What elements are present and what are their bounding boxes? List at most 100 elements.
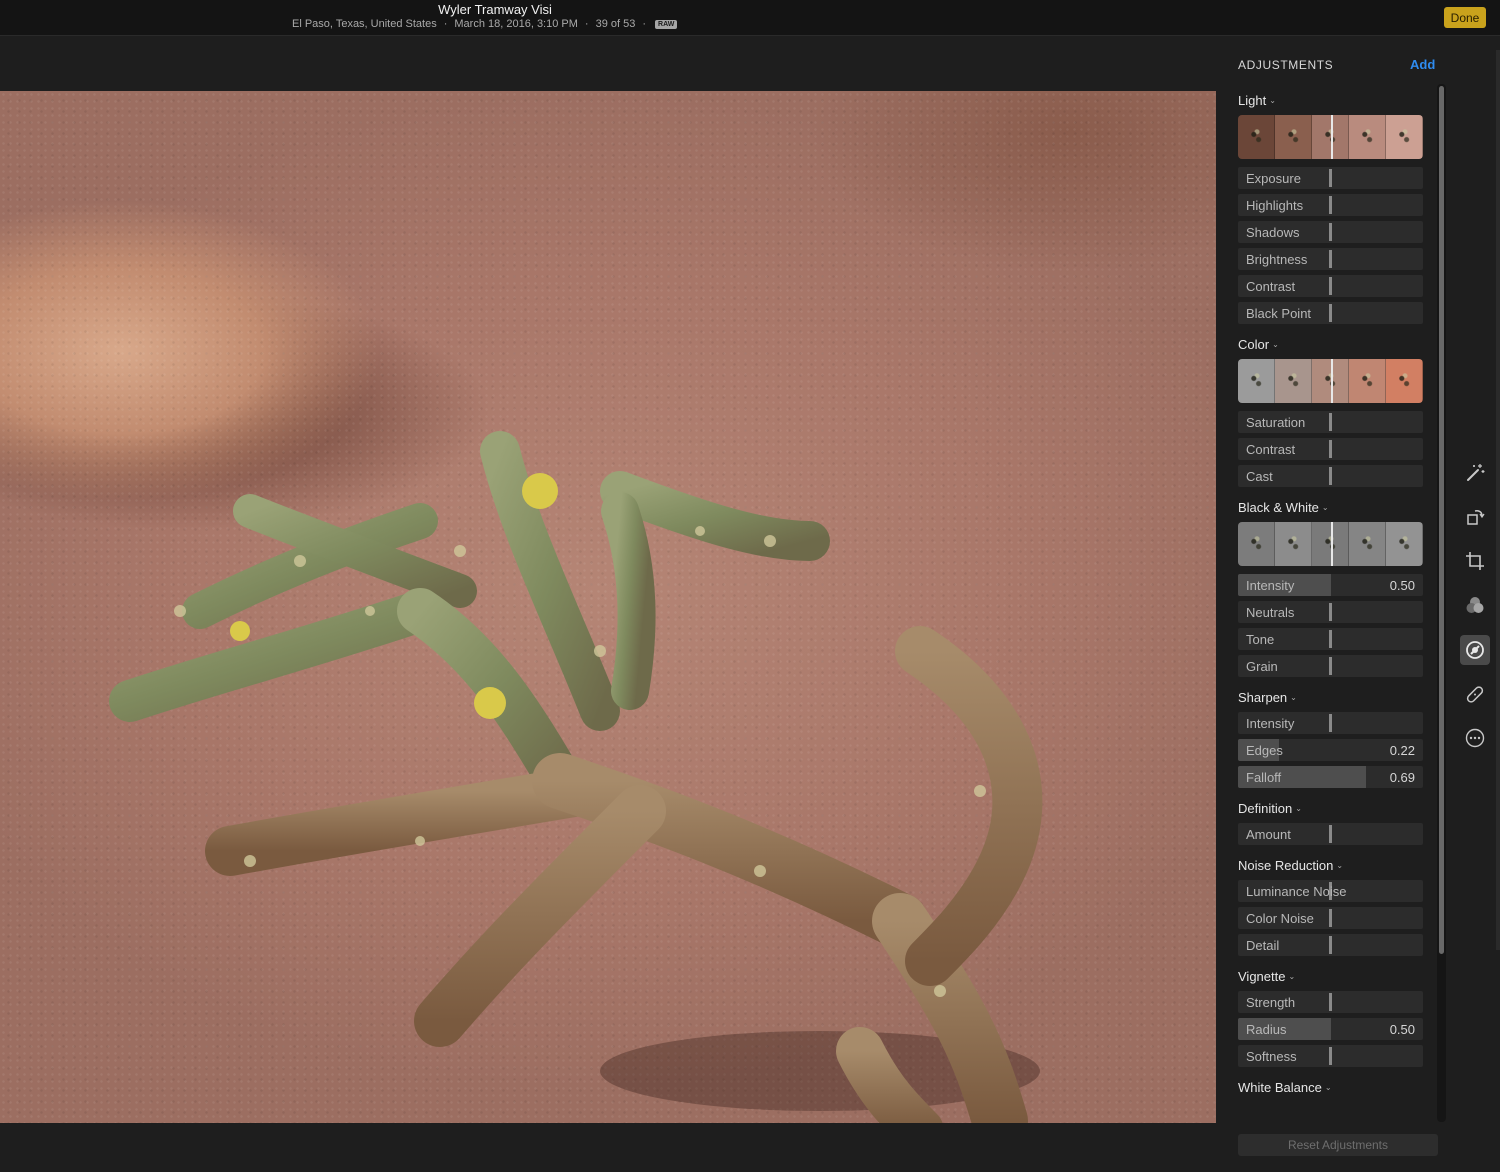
adjustment-slider[interactable]: Intensity xyxy=(1238,712,1423,734)
adjustment-slider[interactable]: Cast xyxy=(1238,465,1423,487)
photo-info: El Paso, Texas, United States · March 18, … xyxy=(292,18,678,30)
adjustment-slider[interactable]: Falloff 0.69 xyxy=(1238,766,1423,788)
section-title[interactable]: Vignette ⌄ xyxy=(1238,965,1423,991)
slider-handle[interactable] xyxy=(1329,714,1332,732)
preset-thumbnail[interactable] xyxy=(1386,522,1423,566)
window-edge xyxy=(1496,50,1500,950)
preset-thumbnail[interactable] xyxy=(1349,115,1386,159)
tool-retouch[interactable] xyxy=(1460,679,1490,709)
adjustment-slider[interactable]: Amount xyxy=(1238,823,1423,845)
section-title[interactable]: White Balance ⌄ xyxy=(1238,1076,1423,1102)
chevron-down-icon: ⌄ xyxy=(1336,861,1344,870)
section-title[interactable]: Noise Reduction ⌄ xyxy=(1238,854,1423,880)
edit-toolbar xyxy=(1452,37,1500,1172)
tool-enhance[interactable] xyxy=(1460,458,1490,488)
adjustment-slider[interactable]: Contrast xyxy=(1238,275,1423,297)
preset-thumbnail[interactable] xyxy=(1275,522,1312,566)
section-title-label: White Balance xyxy=(1238,1080,1322,1095)
slider-handle[interactable] xyxy=(1329,413,1332,431)
separator: · xyxy=(642,18,647,30)
slider-handle[interactable] xyxy=(1329,909,1332,927)
slider-handle[interactable] xyxy=(1329,657,1332,675)
preset-thumbnail-strip[interactable] xyxy=(1238,522,1423,566)
tool-rotate[interactable] xyxy=(1460,502,1490,532)
reset-adjustments-button[interactable]: Reset Adjustments xyxy=(1238,1134,1438,1156)
adjustment-slider[interactable]: Brightness xyxy=(1238,248,1423,270)
adjustment-slider[interactable]: Strength xyxy=(1238,991,1423,1013)
slider-handle[interactable] xyxy=(1329,250,1332,268)
adjustment-slider[interactable]: Highlights xyxy=(1238,194,1423,216)
slider-label: Cast xyxy=(1246,469,1273,484)
adjustment-slider[interactable]: Contrast xyxy=(1238,438,1423,460)
slider-label: Brightness xyxy=(1246,252,1308,267)
slider-label: Tone xyxy=(1246,632,1275,647)
preset-thumbnail[interactable] xyxy=(1238,115,1275,159)
preset-marker[interactable] xyxy=(1331,115,1333,159)
preset-marker[interactable] xyxy=(1331,359,1333,403)
tool-more[interactable] xyxy=(1460,723,1490,753)
preset-thumbnail-strip[interactable] xyxy=(1238,115,1423,159)
preset-thumbnail[interactable] xyxy=(1349,359,1386,403)
section-title[interactable]: Black & White ⌄ xyxy=(1238,496,1423,522)
slider-handle[interactable] xyxy=(1329,993,1332,1011)
adjustment-slider[interactable]: Black Point xyxy=(1238,302,1423,324)
adjustment-slider[interactable]: Intensity 0.50 xyxy=(1238,574,1423,596)
adjustment-slider[interactable]: Tone xyxy=(1238,628,1423,650)
separator: · xyxy=(443,18,448,30)
adjustment-slider[interactable]: Edges 0.22 xyxy=(1238,739,1423,761)
slider-label: Neutrals xyxy=(1246,605,1295,620)
adjustment-slider[interactable]: Grain xyxy=(1238,655,1423,677)
slider-value: 0.69 xyxy=(1389,770,1415,785)
tool-crop[interactable] xyxy=(1460,546,1490,576)
slider-handle[interactable] xyxy=(1329,936,1332,954)
preset-thumbnail[interactable] xyxy=(1349,522,1386,566)
adjustment-slider[interactable]: Shadows xyxy=(1238,221,1423,243)
rotate-icon xyxy=(1467,510,1485,525)
adjustment-slider[interactable]: Detail xyxy=(1238,934,1423,956)
adjustment-slider[interactable]: Luminance Noise xyxy=(1238,880,1423,902)
adjustment-slider[interactable]: Exposure xyxy=(1238,167,1423,189)
scrollbar-thumb[interactable] xyxy=(1439,86,1444,954)
slider-handle[interactable] xyxy=(1329,825,1332,843)
cactus-illustration xyxy=(109,431,1043,1123)
slider-label: Exposure xyxy=(1246,171,1301,186)
adjustments-list[interactable]: Light ⌄ Exposure Highlights Shadows Brightnes… xyxy=(1238,89,1423,1121)
slider-handle[interactable] xyxy=(1329,169,1332,187)
section-title[interactable]: Color ⌄ xyxy=(1238,333,1423,359)
tool-filters[interactable] xyxy=(1460,590,1490,620)
slider-handle[interactable] xyxy=(1329,277,1332,295)
preset-thumbnail[interactable] xyxy=(1386,359,1423,403)
adjustment-slider[interactable]: Softness xyxy=(1238,1045,1423,1067)
photo-title: Wyler Tramway Visi xyxy=(438,2,552,17)
slider-handle[interactable] xyxy=(1329,440,1332,458)
preset-thumbnail[interactable] xyxy=(1275,115,1312,159)
tool-adjust[interactable] xyxy=(1460,635,1490,665)
slider-handle[interactable] xyxy=(1329,630,1332,648)
section-title[interactable]: Sharpen ⌄ xyxy=(1238,686,1423,712)
preset-thumbnail[interactable] xyxy=(1386,115,1423,159)
preset-thumbnail-strip[interactable] xyxy=(1238,359,1423,403)
slider-handle[interactable] xyxy=(1329,1047,1332,1065)
preset-thumbnail[interactable] xyxy=(1238,522,1275,566)
panel-scrollbar[interactable] xyxy=(1437,84,1446,1122)
slider-handle[interactable] xyxy=(1329,603,1332,621)
adjustment-slider[interactable]: Color Noise xyxy=(1238,907,1423,929)
preset-thumbnail[interactable] xyxy=(1275,359,1312,403)
preset-marker[interactable] xyxy=(1331,522,1333,566)
slider-handle[interactable] xyxy=(1329,467,1332,485)
done-button[interactable]: Done xyxy=(1444,7,1486,28)
slider-handle[interactable] xyxy=(1329,223,1332,241)
preset-thumbnail[interactable] xyxy=(1238,359,1275,403)
adjustment-slider[interactable]: Radius 0.50 xyxy=(1238,1018,1423,1040)
adjustment-slider[interactable]: Neutrals xyxy=(1238,601,1423,623)
slider-handle[interactable] xyxy=(1329,196,1332,214)
slider-handle[interactable] xyxy=(1329,304,1332,322)
photo-canvas[interactable] xyxy=(0,91,1216,1123)
section-title[interactable]: Light ⌄ xyxy=(1238,89,1423,115)
chevron-down-icon: ⌄ xyxy=(1321,503,1329,512)
adjustment-slider[interactable]: Saturation xyxy=(1238,411,1423,433)
add-button[interactable]: Add xyxy=(1410,57,1435,72)
slider-label: Luminance Noise xyxy=(1246,884,1347,899)
location-text: El Paso, Texas, United States xyxy=(292,18,437,30)
section-title[interactable]: Definition ⌄ xyxy=(1238,797,1423,823)
